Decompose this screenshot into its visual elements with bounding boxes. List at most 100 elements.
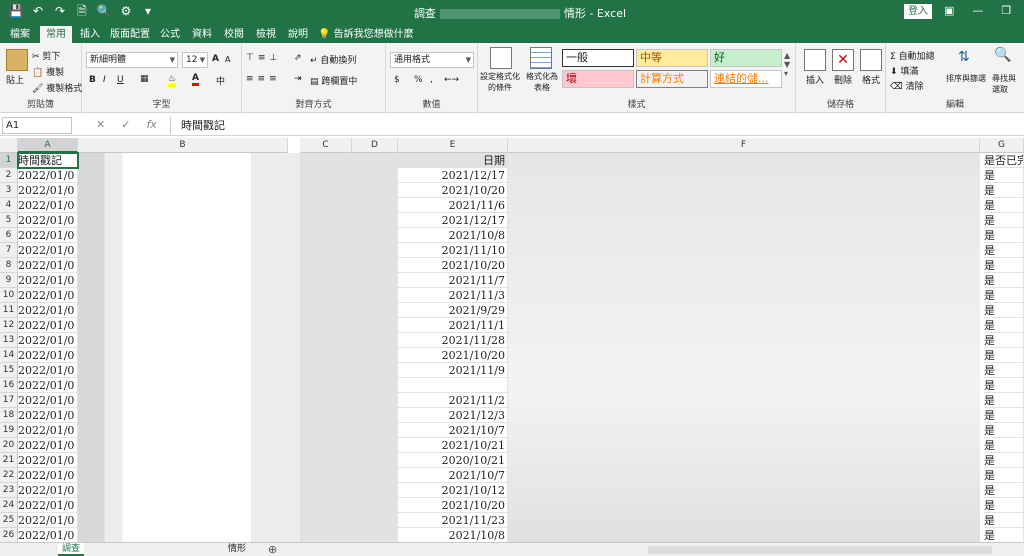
select-all-corner[interactable] [0, 138, 18, 153]
column-header-f[interactable]: F [508, 138, 980, 153]
tab-formulas[interactable]: 公式 [154, 26, 186, 43]
cell-g[interactable]: 是 [984, 498, 1024, 513]
orientation-icon[interactable]: ⇗ [294, 53, 302, 63]
vertical-align-icons[interactable]: ⊤≡⊥ [246, 53, 281, 63]
italic-button[interactable]: I [103, 75, 106, 85]
cancel-icon[interactable]: ✕ [96, 118, 105, 131]
cell-a[interactable]: 2022/01/0 [18, 198, 78, 213]
cell-g[interactable]: 是 [984, 258, 1024, 273]
tab-file[interactable]: 檔案 [4, 26, 36, 43]
clear-button[interactable]: ⌫ 清除 [890, 79, 924, 92]
phonetic-icon[interactable]: 中 [216, 74, 225, 87]
tab-view[interactable]: 檢視 [250, 26, 282, 43]
font-size-select[interactable]: 12 ▼ [182, 52, 208, 68]
cell-g[interactable]: 是 [984, 528, 1024, 542]
styles-scroll-icon[interactable]: ▲ ▼ ▾ [784, 51, 790, 78]
row-header[interactable]: 10 [0, 288, 18, 303]
insert-cells-button[interactable]: 插入 [806, 73, 824, 86]
cell-a[interactable]: 2022/01/0 [18, 258, 78, 273]
font-color-icon[interactable]: A [192, 73, 199, 86]
sheet-tab-status[interactable]: 情形 [224, 543, 250, 556]
row-header[interactable]: 21 [0, 453, 18, 468]
borders-icon[interactable]: ▦ [140, 74, 149, 84]
currency-button[interactable]: $ [394, 75, 400, 85]
cell-a[interactable]: 2022/01/0 [18, 423, 78, 438]
sort-filter-icon[interactable]: ⇅ [958, 49, 970, 65]
cell-e[interactable]: 2021/10/20 [398, 258, 508, 273]
cell-g[interactable]: 是 [984, 348, 1024, 363]
find-select-icon[interactable]: 🔍 [994, 47, 1011, 63]
name-box[interactable]: A1 [2, 117, 72, 134]
customize-icon[interactable]: ⚙ [118, 3, 134, 19]
cell-e[interactable]: 2020/10/21 [398, 453, 508, 468]
decimal-adjust-icon[interactable]: ←→ [444, 75, 459, 85]
cell-a[interactable]: 2022/01/0 [18, 333, 78, 348]
cell-e[interactable]: 2021/11/23 [398, 513, 508, 528]
cell-e[interactable]: 2021/10/12 [398, 483, 508, 498]
print-preview-icon[interactable]: 🔍 [96, 3, 112, 19]
tell-me-search[interactable]: 💡 告訴我您想做什麼 [318, 26, 414, 43]
sort-filter-button[interactable]: 排序與篩選 [946, 73, 986, 84]
cell-e[interactable]: 2021/10/8 [398, 228, 508, 243]
cell-e[interactable]: 2021/11/2 [398, 393, 508, 408]
cell-e[interactable]: 日期 [398, 153, 508, 168]
cell-g[interactable]: 是 [984, 228, 1024, 243]
cell-g[interactable]: 是 [984, 423, 1024, 438]
indent-icon[interactable]: ⇥ [294, 74, 302, 84]
cell-g[interactable]: 是 [984, 438, 1024, 453]
new-file-icon[interactable]: 🗎 [74, 3, 90, 19]
merge-center-button[interactable]: ▤ 跨欄置中 [310, 74, 357, 87]
cell-g[interactable]: 是 [984, 333, 1024, 348]
confirm-icon[interactable]: ✓ [121, 118, 130, 131]
sheet-tab-survey[interactable]: 調查 [58, 543, 85, 556]
cell-a[interactable]: 2022/01/0 [18, 348, 78, 363]
delete-cells-button[interactable]: 刪除 [834, 73, 852, 86]
tab-review[interactable]: 校閱 [218, 26, 250, 43]
cell-a[interactable]: 2022/01/0 [18, 408, 78, 423]
row-header[interactable]: 9 [0, 273, 18, 288]
row-header[interactable]: 3 [0, 183, 18, 198]
cell-g[interactable]: 是 [984, 288, 1024, 303]
cell-g[interactable]: 是 [984, 303, 1024, 318]
cell-g[interactable]: 是 [984, 273, 1024, 288]
fill-button[interactable]: ⬇ 填滿 [890, 64, 918, 77]
cell-e[interactable]: 2021/10/20 [398, 183, 508, 198]
style-calculation[interactable]: 計算方式 [636, 70, 708, 88]
formula-input[interactable]: 時間戳記 [170, 117, 1024, 134]
tab-home[interactable]: 常用 [40, 26, 72, 43]
column-header-e[interactable]: E [398, 138, 508, 153]
wrap-text-button[interactable]: ↵ 自動換列 [310, 53, 356, 66]
column-header-c[interactable]: C [300, 138, 352, 153]
format-painter-button[interactable]: 🖌 複製格式 [32, 81, 82, 94]
cell-g[interactable]: 是 [984, 408, 1024, 423]
row-header[interactable]: 20 [0, 438, 18, 453]
tab-help[interactable]: 說明 [282, 26, 314, 43]
cell-g[interactable]: 是 [984, 468, 1024, 483]
row-header[interactable]: 7 [0, 243, 18, 258]
worksheet-grid[interactable]: A B C D E F G 1 時間戳記 日期 是否已完 2 2022/01/0 2021/12/17 是 3… [0, 138, 1024, 542]
row-header[interactable]: 23 [0, 483, 18, 498]
row-header[interactable]: 25 [0, 513, 18, 528]
cell-e[interactable]: 2021/12/3 [398, 408, 508, 423]
insert-function-icon[interactable]: fx [146, 118, 156, 131]
cell-g[interactable]: 是 [984, 363, 1024, 378]
column-header-a[interactable]: A [18, 138, 78, 153]
cut-button[interactable]: ✂ 剪下 [32, 49, 60, 62]
tab-page-layout[interactable]: 版面配置 [104, 26, 156, 43]
delete-cells-icon[interactable]: ✕ [832, 49, 854, 71]
cell-a[interactable]: 2022/01/0 [18, 363, 78, 378]
column-header-b[interactable]: B [78, 138, 288, 153]
row-header[interactable]: 15 [0, 363, 18, 378]
comma-button[interactable]: , [430, 75, 433, 85]
cell-g[interactable]: 是 [984, 183, 1024, 198]
cell-a[interactable]: 2022/01/0 [18, 468, 78, 483]
row-header[interactable]: 24 [0, 498, 18, 513]
cell-e[interactable]: 2021/9/29 [398, 303, 508, 318]
style-good[interactable]: 好 [710, 49, 782, 67]
cell-a[interactable]: 2022/01/0 [18, 528, 78, 542]
format-as-table-button[interactable]: 格式化為表格 [524, 71, 560, 93]
cell-a[interactable]: 2022/01/0 [18, 513, 78, 528]
row-header[interactable]: 11 [0, 303, 18, 318]
number-format-select[interactable]: 通用格式 ▼ [390, 52, 474, 68]
cell-g[interactable]: 是 [984, 453, 1024, 468]
